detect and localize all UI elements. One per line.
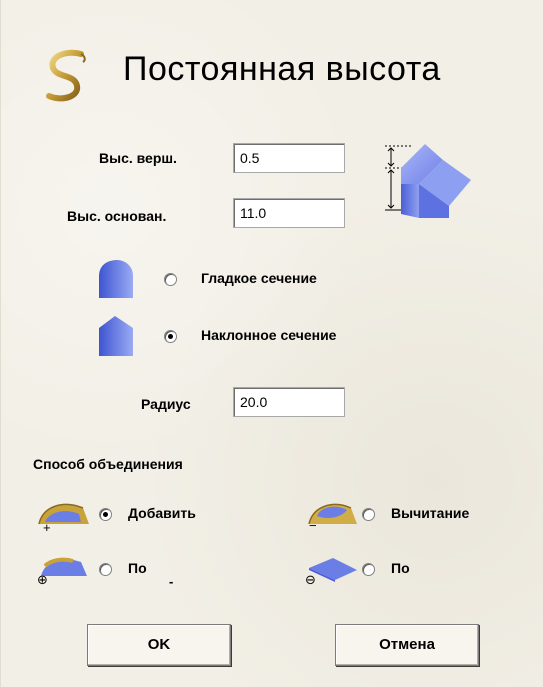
add-label: Добавить [128,505,196,521]
app-logo-icon [46,49,86,102]
add-by-radio[interactable] [99,563,112,576]
slope-profile-radio[interactable] [164,330,177,343]
base-height-input[interactable] [233,198,345,228]
circle-minus-glyph: ⊖ [305,572,316,587]
plus-glyph: + [43,520,51,535]
circle-plus-glyph: ⊕ [37,572,48,587]
combine-title: Способ объединения [33,456,183,472]
dash-glyph: - [169,574,174,589]
smooth-profile-radio[interactable] [164,273,177,286]
add-by-label: По [128,560,147,576]
base-height-label: Выс. основан. [67,208,167,224]
cancel-button[interactable]: Отмена [335,624,479,666]
ok-button[interactable]: OK [87,624,231,666]
top-height-input[interactable] [233,143,345,173]
add-radio[interactable] [99,508,112,521]
smooth-profile-icon [99,260,133,298]
smooth-profile-label: Гладкое сечение [201,270,317,286]
top-height-label: Выс. верш. [99,150,177,166]
height-preview-icon [385,144,471,218]
radius-input[interactable] [233,387,345,417]
subtract-by-label: По [391,560,410,576]
radius-label: Радиус [141,396,191,412]
minus-glyph: − [309,518,317,533]
subtract-by-radio[interactable] [362,563,375,576]
slope-profile-icon [99,316,133,356]
dialog-title: Постоянная высота [123,50,441,88]
subtract-label: Вычитание [391,505,470,521]
dialog-panel: Постоянная высота Выс. верш. Выс. основа… [0,0,543,687]
slope-profile-label: Наклонное сечение [201,327,337,343]
subtract-radio[interactable] [362,508,375,521]
